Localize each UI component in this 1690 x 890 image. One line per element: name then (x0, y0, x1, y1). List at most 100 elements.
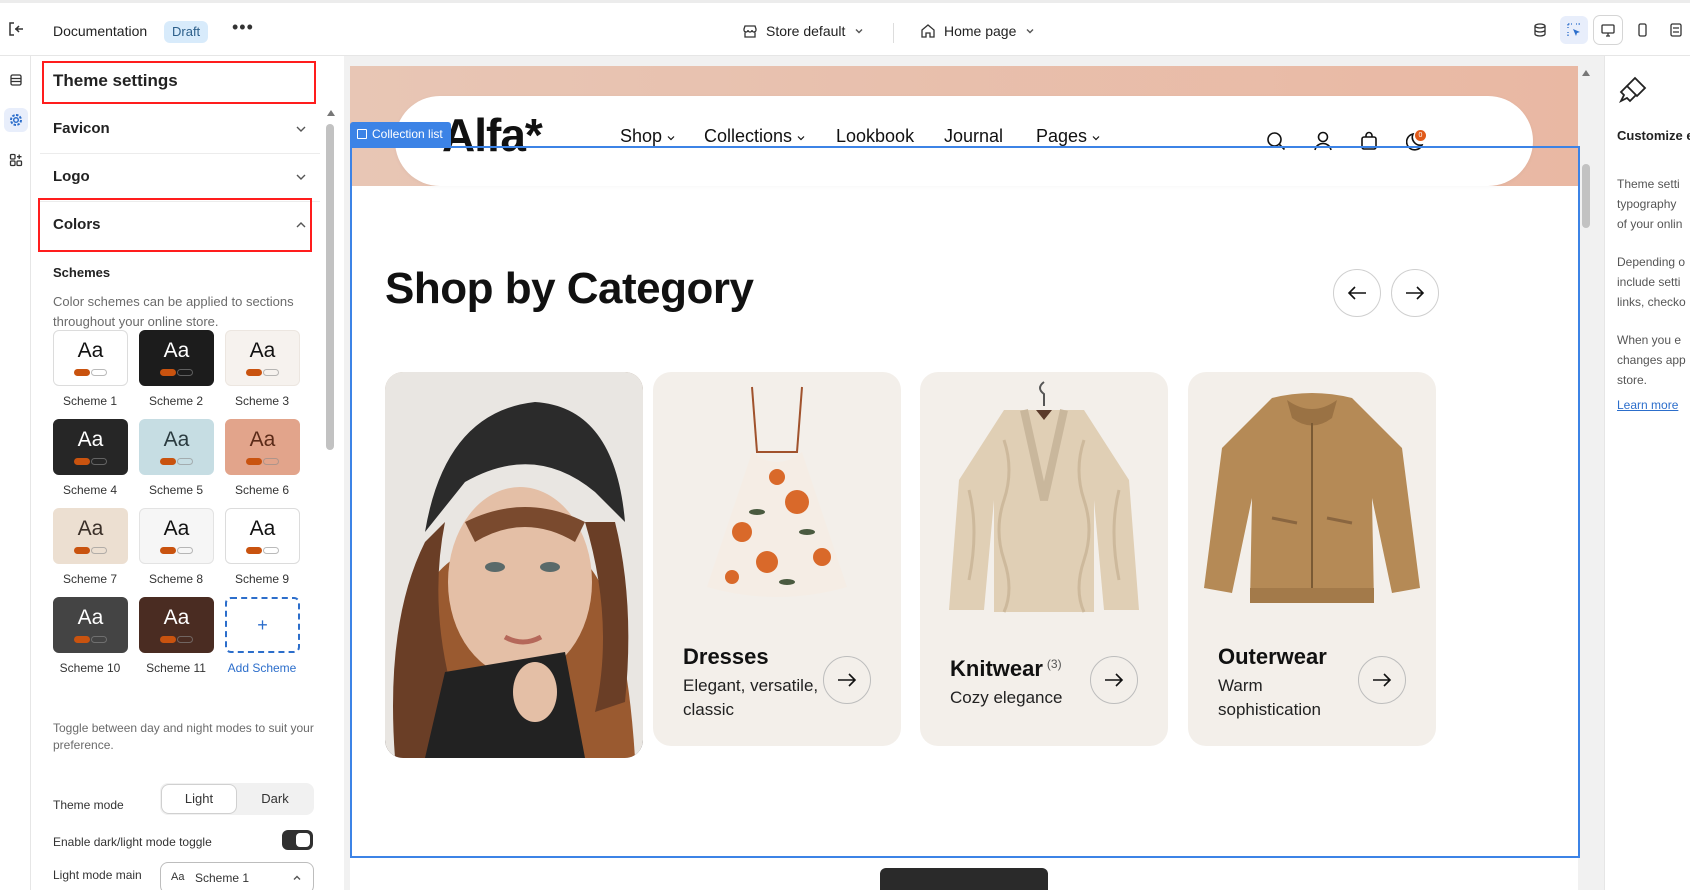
scheme-primary-dot (160, 369, 176, 376)
help-text: Depending o (1617, 255, 1686, 269)
theme-mode-dark[interactable]: Dark (238, 785, 312, 813)
top-bar: Documentation Draft ••• Store default Ho… (0, 0, 1690, 56)
scheme-swatch[interactable]: Aa (139, 330, 214, 386)
scheme-primary-dot (246, 458, 262, 465)
store-icon (743, 25, 757, 38)
desktop-view-icon[interactable] (1594, 16, 1622, 44)
scheme-swatch[interactable]: Aa (225, 330, 300, 386)
learn-more-link[interactable]: Learn more (1617, 398, 1678, 412)
scheme-swatch[interactable]: Aa (53, 508, 128, 564)
scheme-primary-dot (160, 636, 176, 643)
nav-shop[interactable]: Shop (620, 126, 675, 147)
scheme-primary-dot (74, 369, 90, 376)
panel-scroll-up[interactable] (327, 110, 335, 116)
scheme-swatch[interactable]: Aa (53, 419, 128, 475)
panel-scrollbar[interactable] (326, 124, 334, 450)
apps-icon[interactable] (4, 148, 28, 172)
scheme-label: Scheme 6 (234, 483, 290, 497)
section-selection-outline[interactable] (350, 146, 1580, 858)
section-selection-tag[interactable]: Collection list (350, 122, 451, 146)
dark-mode-toggle[interactable] (282, 830, 313, 850)
scheme-label: Scheme 7 (62, 572, 118, 586)
scheme-preview-aa: Aa (171, 871, 185, 883)
nav-label: Pages (1036, 126, 1088, 146)
toolbar-right (1526, 16, 1690, 44)
scheme-preview-text: Aa (77, 517, 104, 540)
scheme-secondary-dot (263, 547, 279, 554)
left-rail (0, 56, 31, 890)
scheme-swatch[interactable]: Aa (225, 419, 300, 475)
scheme-label: Scheme 9 (234, 572, 290, 586)
nav-journal[interactable]: Journal (944, 126, 1003, 147)
accordion-logo[interactable]: Logo (40, 154, 320, 202)
accordion-favicon[interactable]: Favicon (40, 106, 320, 154)
sections-icon[interactable] (4, 68, 28, 92)
scheme-secondary-dot (91, 458, 107, 465)
nav-label: Collections (704, 126, 793, 146)
exit-icon[interactable] (6, 19, 26, 39)
scheme-swatch[interactable]: Aa (225, 508, 300, 564)
gear-icon[interactable] (4, 108, 28, 132)
scheme-swatch[interactable]: Aa (139, 597, 214, 653)
chevron-up-icon (293, 875, 301, 880)
store-selector[interactable]: Store default (742, 20, 865, 42)
nav-lookbook[interactable]: Lookbook (836, 126, 914, 147)
scheme-preview-text: Aa (163, 428, 190, 451)
chevron-down-icon (855, 29, 863, 34)
scheme-primary-dot (246, 369, 262, 376)
scheme-label: Scheme 1 (62, 394, 118, 408)
add-scheme-button[interactable]: + (225, 597, 300, 653)
light-mode-select[interactable]: Aa Scheme 1 (160, 862, 314, 890)
nav-label: Lookbook (836, 126, 915, 146)
section-icon (357, 129, 367, 139)
more-options-button[interactable]: ••• (232, 17, 254, 38)
database-icon[interactable] (1526, 16, 1554, 44)
scheme-primary-dot (74, 458, 90, 465)
canvas-scrollbar[interactable] (1582, 164, 1590, 228)
canvas-scroll-up[interactable] (1582, 70, 1590, 76)
scheme-swatch[interactable]: Aa (53, 597, 128, 653)
document-title[interactable]: Documentation (53, 23, 147, 39)
toggle-label: Enable dark/light mode toggle (53, 835, 212, 849)
light-mode-value: Scheme 1 (195, 871, 250, 885)
inspector-icon[interactable] (1560, 16, 1588, 44)
help-text: include setti (1617, 275, 1681, 289)
schemes-heading: Schemes (53, 265, 111, 280)
draft-badge: Draft (164, 21, 209, 43)
scheme-secondary-dot (177, 369, 193, 376)
mobile-view-icon[interactable] (1628, 16, 1656, 44)
scheme-secondary-dot (177, 458, 193, 465)
page-selector[interactable]: Home page (920, 20, 1036, 42)
help-text: links, checko (1617, 295, 1686, 309)
scheme-preview-text: Aa (249, 517, 276, 540)
floating-toolbar[interactable] (880, 868, 1048, 890)
help-text: Theme setti (1617, 177, 1680, 191)
scheme-label: Scheme 4 (62, 483, 118, 497)
chevron-down-icon (797, 136, 805, 141)
theme-mode-light[interactable]: Light (162, 785, 236, 813)
scheme-preview-text: Aa (77, 428, 104, 451)
toggle-knob (296, 833, 310, 847)
schemes-description: Color schemes can be applied to sections… (53, 294, 294, 329)
scheme-secondary-dot (263, 458, 279, 465)
highlight-colors (38, 198, 312, 252)
fullscreen-icon[interactable] (1662, 16, 1690, 44)
add-scheme-label[interactable]: Add Scheme (222, 661, 302, 675)
chevron-down-icon (667, 136, 675, 141)
scheme-swatch[interactable]: Aa (53, 330, 128, 386)
nav-pages[interactable]: Pages (1036, 126, 1100, 147)
help-panel: Customize entire onlin Theme setti typog… (1604, 56, 1690, 890)
nav-collections[interactable]: Collections (704, 126, 805, 147)
paint-brush-icon (1618, 76, 1647, 104)
scheme-swatch[interactable]: Aa (139, 419, 214, 475)
nav-label: Shop (620, 126, 663, 146)
help-title: Customize entire onlin (1617, 128, 1690, 143)
section-tag-label: Collection list (372, 127, 443, 141)
page-label: Home page (944, 23, 1017, 39)
scheme-swatch[interactable]: Aa (139, 508, 214, 564)
scheme-preview-text: Aa (163, 339, 190, 362)
home-icon (921, 24, 935, 38)
scheme-primary-dot (160, 547, 176, 554)
help-text: When you e (1617, 333, 1682, 347)
help-text: store. (1617, 373, 1648, 387)
